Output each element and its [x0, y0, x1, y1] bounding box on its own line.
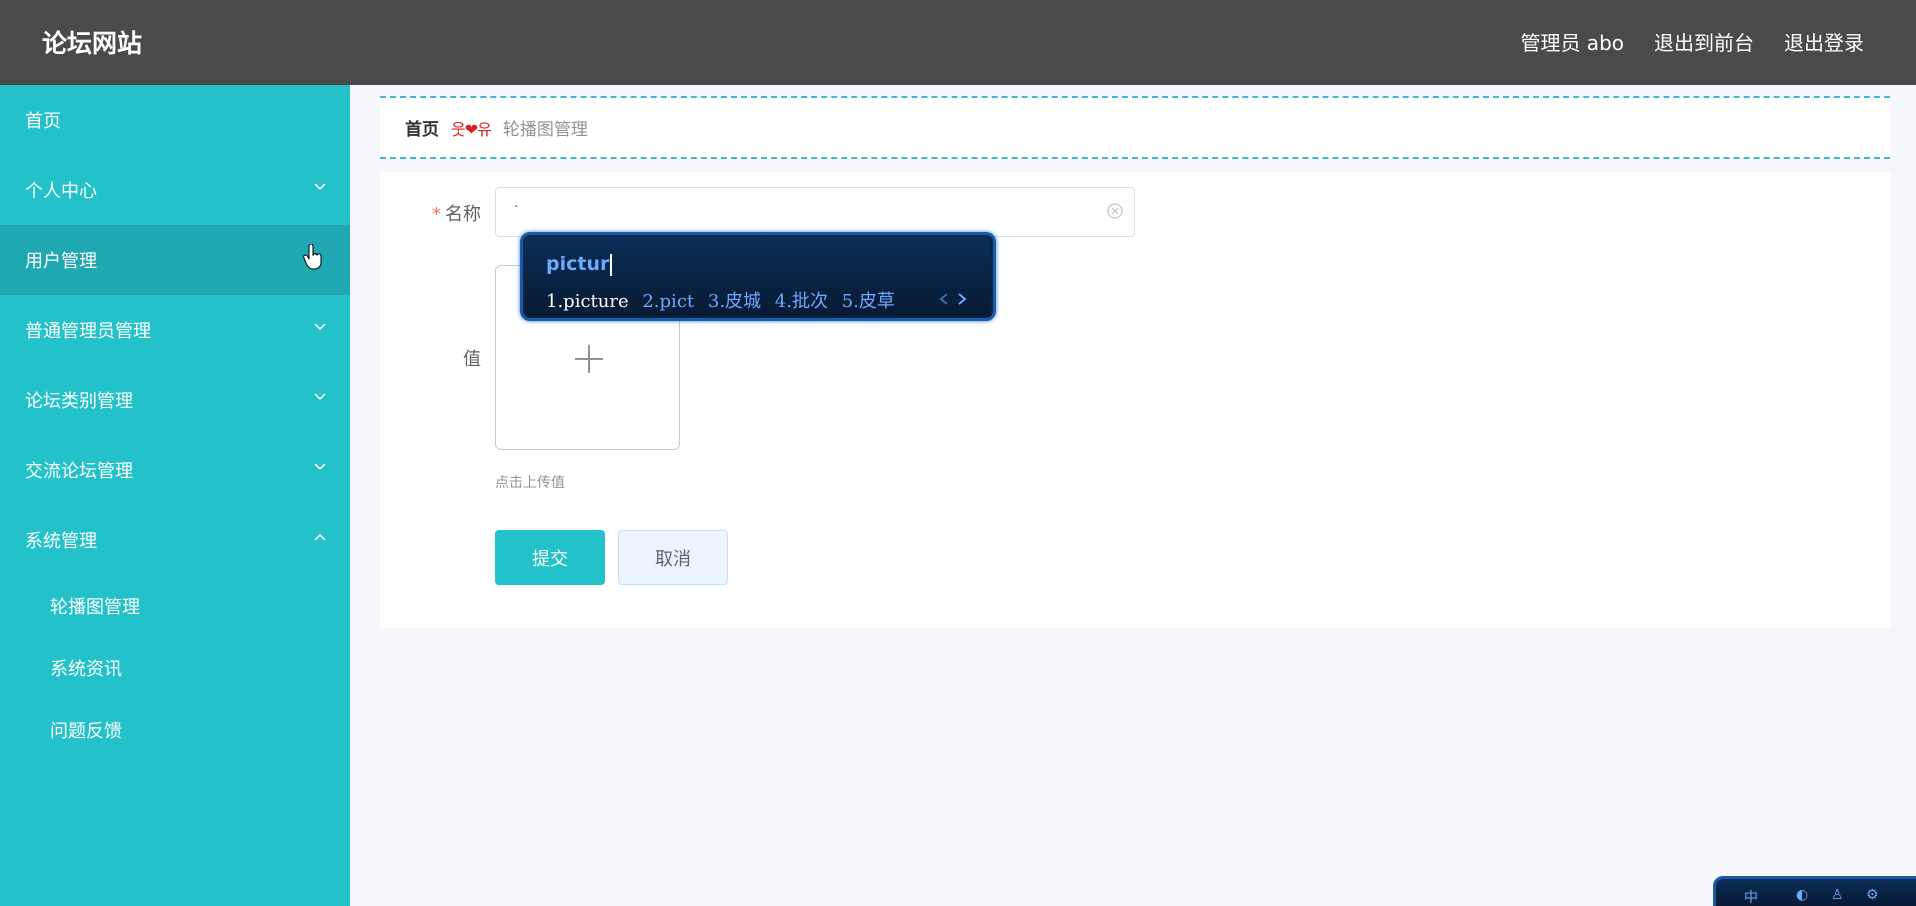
- name-field-label: * 名称: [432, 204, 481, 225]
- ime-candidate[interactable]: 1.picture: [546, 291, 629, 312]
- cancel-button[interactable]: 取消: [618, 530, 728, 585]
- chevron-up-icon: [314, 533, 326, 543]
- user-icon[interactable]: ♙: [1831, 887, 1844, 903]
- ime-candidate[interactable]: 3.皮城: [708, 291, 761, 312]
- sidebar-item-label: 用户管理: [25, 251, 97, 272]
- ime-candidates: 1.picture 2.pict 3.皮城 4.批次 5.皮草: [546, 287, 903, 313]
- ime-toolbar[interactable]: 中 ◐ ♙ ⚙: [1713, 876, 1916, 906]
- sidebar-subitem-feedback[interactable]: 问题反馈: [0, 699, 350, 761]
- gear-icon[interactable]: ⚙: [1866, 887, 1879, 903]
- ime-candidate[interactable]: 2.pict: [642, 291, 694, 312]
- submit-button[interactable]: 提交: [495, 530, 605, 585]
- breadcrumb-separator: 웃❤유: [451, 119, 492, 139]
- page-prev-icon[interactable]: [939, 293, 949, 305]
- site-title: 论坛网站: [42, 29, 143, 58]
- exit-to-front-link[interactable]: 退出到前台: [1654, 27, 1754, 56]
- sidebar-item-admin-management[interactable]: 普通管理员管理: [0, 295, 350, 365]
- sidebar-item-label: 普通管理员管理: [25, 321, 151, 342]
- sidebar-item-label: 系统管理: [25, 531, 97, 552]
- sidebar-item-label: 首页: [25, 111, 61, 132]
- clear-icon[interactable]: [1106, 202, 1124, 220]
- sidebar-item-label: 交流论坛管理: [25, 461, 133, 482]
- plus-icon: [575, 345, 603, 373]
- page-next-icon[interactable]: [957, 293, 967, 305]
- sidebar-item-forum-category[interactable]: 论坛类别管理: [0, 365, 350, 435]
- hand-cursor-icon: [303, 244, 322, 270]
- chevron-down-icon: [314, 393, 326, 403]
- breadcrumb-current: 轮播图管理: [502, 120, 588, 140]
- sidebar-subitem-carousel[interactable]: 轮播图管理: [0, 575, 350, 637]
- sidebar-item-user-management[interactable]: 用户管理: [0, 225, 350, 295]
- name-input[interactable]: .: [495, 187, 1135, 237]
- ime-candidate-window: pictur 1.picture 2.pict 3.皮城 4.批次 5.皮草: [520, 232, 996, 321]
- logout-link[interactable]: 退出登录: [1784, 27, 1864, 56]
- sidebar-item-label: 个人中心: [25, 181, 97, 202]
- chevron-down-icon: [314, 323, 326, 333]
- sidebar-item-personal-center[interactable]: 个人中心: [0, 155, 350, 225]
- sidebar-item-label: 论坛类别管理: [25, 391, 133, 412]
- sidebar-item-home[interactable]: 首页: [0, 85, 350, 155]
- ime-candidate[interactable]: 5.皮草: [842, 291, 895, 312]
- breadcrumb-home[interactable]: 首页: [405, 115, 439, 140]
- breadcrumb: 首页 웃❤유 轮播图管理: [380, 96, 1890, 159]
- admin-user-label[interactable]: 管理员 abo: [1520, 27, 1624, 56]
- top-bar: 论坛网站 管理员 abo 退出到前台 退出登录: [0, 0, 1916, 85]
- top-nav: 管理员 abo 退出到前台 退出登录: [1520, 27, 1864, 56]
- upload-hint: 点击上传值: [495, 475, 565, 491]
- ime-composition: pictur: [546, 253, 613, 276]
- required-mark: *: [432, 204, 441, 225]
- sidebar-item-system-management[interactable]: 系统管理: [0, 505, 350, 575]
- chevron-down-icon: [314, 183, 326, 193]
- sidebar-item-forum-management[interactable]: 交流论坛管理: [0, 435, 350, 505]
- sidebar: 首页 个人中心 用户管理 普通管理员管理 论坛类别管理 交流论坛管理 系统管理 …: [0, 85, 350, 906]
- name-input-value: .: [514, 194, 519, 211]
- moon-icon[interactable]: ◐: [1796, 887, 1808, 903]
- ime-page-controls: [939, 293, 967, 305]
- value-field-label: 值: [463, 349, 481, 370]
- ime-candidate[interactable]: 4.批次: [775, 291, 828, 312]
- chevron-down-icon: [314, 463, 326, 473]
- ime-mode-indicator[interactable]: 中: [1744, 887, 1758, 906]
- sidebar-subitem-news[interactable]: 系统资讯: [0, 637, 350, 699]
